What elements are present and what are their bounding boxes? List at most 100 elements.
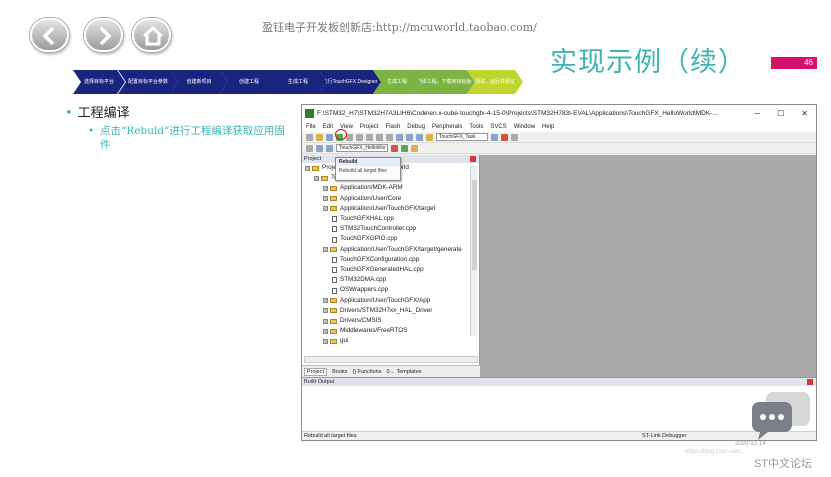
project-vertical-scrollbar[interactable] xyxy=(470,166,477,336)
maximize-button[interactable]: ☐ xyxy=(777,109,784,118)
expand-toggle-icon[interactable]: ⊟ xyxy=(323,308,328,314)
target-select[interactable]: TouchGFX_HelloWor xyxy=(336,144,388,152)
bullet-rebuild: • 点击“Rebuld”进行工程编译获取应用固件 xyxy=(88,125,285,151)
tree-item[interactable]: ⊟ Middlewares/FreeRTOS xyxy=(305,326,479,336)
folder-icon xyxy=(330,196,337,202)
search-icon[interactable] xyxy=(491,133,498,141)
folder-icon xyxy=(330,308,337,314)
expand-toggle-icon[interactable]: ⊟ xyxy=(323,206,328,212)
folder-icon xyxy=(330,247,337,253)
expand-toggle-icon[interactable]: ⊟ xyxy=(314,175,319,181)
tree-item[interactable]: TouchGFXGPIO.cpp xyxy=(305,234,479,244)
menu-item-window[interactable]: Window xyxy=(514,124,535,130)
bullet-compile-text: 工程编译 xyxy=(77,106,130,121)
panel-tab[interactable]: Project xyxy=(304,367,328,376)
manage-components-icon[interactable] xyxy=(401,144,408,152)
tree-item[interactable]: ⊟ Drivers/CMSIS xyxy=(305,316,479,326)
tree-item[interactable]: ⊟ gui xyxy=(305,336,479,346)
indent-icon[interactable] xyxy=(406,133,413,141)
tree-item-label: TouchGFXHAL.cpp xyxy=(340,215,394,223)
tree-item[interactable]: TouchGFXHAL.cpp xyxy=(305,214,479,224)
menu-item-file[interactable]: File xyxy=(306,124,316,130)
close-build-icon[interactable] xyxy=(807,379,813,385)
expand-toggle-icon[interactable]: ⊟ xyxy=(323,247,328,253)
redo-icon[interactable] xyxy=(386,133,393,141)
menu-item-peripherals[interactable]: Peripherals xyxy=(432,124,462,130)
build-icon[interactable] xyxy=(316,144,323,152)
undo-icon[interactable] xyxy=(376,133,383,141)
save-icon[interactable] xyxy=(326,133,333,141)
expand-toggle-icon[interactable]: ⊟ xyxy=(323,186,328,191)
menu-item-debug[interactable]: Debug xyxy=(407,124,425,130)
tree-item[interactable]: ⊟ Application/User/TouchGFX/target/genera… xyxy=(305,245,479,255)
expand-toggle-icon[interactable]: ⊟ xyxy=(323,196,328,202)
tree-item-label: gui xyxy=(340,337,349,345)
find-icon[interactable] xyxy=(426,133,433,141)
panel-tab[interactable]: {} Functions xyxy=(352,369,381,375)
tree-item[interactable]: ⊟ Application/User/TouchGFX/target xyxy=(305,204,479,214)
paste-icon[interactable] xyxy=(366,133,373,141)
home-button[interactable] xyxy=(132,18,171,52)
menu-item-svcs[interactable]: SVCS xyxy=(490,124,506,130)
ide-titlebar: F:\STM32_H7\STM32H7A3LIH6\Code\en.x-cube… xyxy=(302,105,816,121)
close-panel-icon[interactable] xyxy=(470,156,476,162)
tree-item[interactable]: STM32TouchController.cpp xyxy=(305,224,479,234)
tree-item[interactable]: ⊟ Application/User/Core xyxy=(305,194,479,204)
chevron-left-icon xyxy=(42,26,55,46)
bookmark-icon[interactable] xyxy=(396,133,403,141)
project-panel: Project ⊟Project: TouchGFX_HelloWorld⊟To… xyxy=(302,155,480,377)
outdent-icon[interactable] xyxy=(416,133,423,141)
tree-item-label: Application/User/TouchGFX/App xyxy=(340,296,431,304)
download-icon[interactable] xyxy=(326,144,333,152)
open-folder-icon[interactable] xyxy=(316,133,323,141)
debug-icon[interactable] xyxy=(501,133,508,141)
slide-page: 盈钰电子开发板创新店:http://mcuworld.taobao.com/ 实… xyxy=(0,0,831,477)
task-select[interactable]: TouchGFX_Task xyxy=(436,133,488,141)
project-horizontal-scrollbar[interactable] xyxy=(304,356,478,363)
target-options-icon[interactable] xyxy=(391,144,398,152)
new-file-icon[interactable] xyxy=(306,133,313,141)
file-icon xyxy=(332,277,337,284)
expand-toggle-icon[interactable]: ⊟ xyxy=(323,318,328,324)
editor-area[interactable] xyxy=(480,155,816,377)
forward-button[interactable] xyxy=(84,18,123,52)
tree-item-label: TouchGFXGPIO.cpp xyxy=(340,235,398,243)
folder-icon xyxy=(312,165,319,171)
process-step: 执行TouchGFX Designer xyxy=(319,70,381,94)
file-icon xyxy=(332,236,337,243)
tree-item[interactable]: STM32DMA.cpp xyxy=(305,275,479,285)
tree-item[interactable]: ⊟ Drivers/STM32H7xx_HAL_Driver xyxy=(305,306,479,316)
panel-tab[interactable]: Books xyxy=(332,369,347,375)
tree-item[interactable]: OSWrappers.cpp xyxy=(305,285,479,295)
cut-icon[interactable] xyxy=(346,133,353,141)
expand-toggle-icon[interactable]: ⊟ xyxy=(323,298,328,304)
file-icon xyxy=(332,216,337,223)
menu-item-help[interactable]: Help xyxy=(542,124,554,130)
folder-icon xyxy=(330,206,337,212)
menu-item-project[interactable]: Project xyxy=(360,124,379,130)
translate-icon[interactable] xyxy=(306,144,313,152)
tree-item[interactable]: ⊟ Application/User/TouchGFX/App xyxy=(305,296,479,306)
ide-toolbar-1: TouchGFX_Task xyxy=(302,132,816,143)
expand-toggle-icon[interactable]: ⊟ xyxy=(323,339,328,345)
settings-icon[interactable] xyxy=(511,133,518,141)
copy-icon[interactable] xyxy=(356,133,363,141)
menu-item-flash[interactable]: Flash xyxy=(386,124,401,130)
expand-toggle-icon[interactable]: ⊟ xyxy=(323,328,328,334)
menu-item-edit[interactable]: Edit xyxy=(323,124,333,130)
expand-toggle-icon[interactable]: ⊟ xyxy=(305,165,310,171)
tree-item-label: STM32DMA.cpp xyxy=(340,276,387,284)
watermark-date: 2020-12-14 xyxy=(735,441,766,447)
menu-item-tools[interactable]: Tools xyxy=(469,124,483,130)
pack-installer-icon[interactable] xyxy=(411,144,418,152)
tree-item[interactable]: TouchGFXConfiguration.cpp xyxy=(305,255,479,265)
minimize-button[interactable]: ─ xyxy=(754,109,760,118)
close-button[interactable]: ✕ xyxy=(801,109,808,118)
shop-header-text: 盈钰电子开发板创新店:http://mcuworld.taobao.com/ xyxy=(262,21,537,34)
panel-tab[interactable]: 0→ Templates xyxy=(386,369,421,375)
tree-item[interactable]: TouchGFXGeneratedHAL.cpp xyxy=(305,265,479,275)
bullet-compile: • 工程编译 xyxy=(65,106,130,121)
tree-item[interactable]: ⊟ Application/MDK-ARM xyxy=(305,183,479,193)
keil-app-icon xyxy=(305,108,314,118)
back-button[interactable] xyxy=(30,18,69,52)
